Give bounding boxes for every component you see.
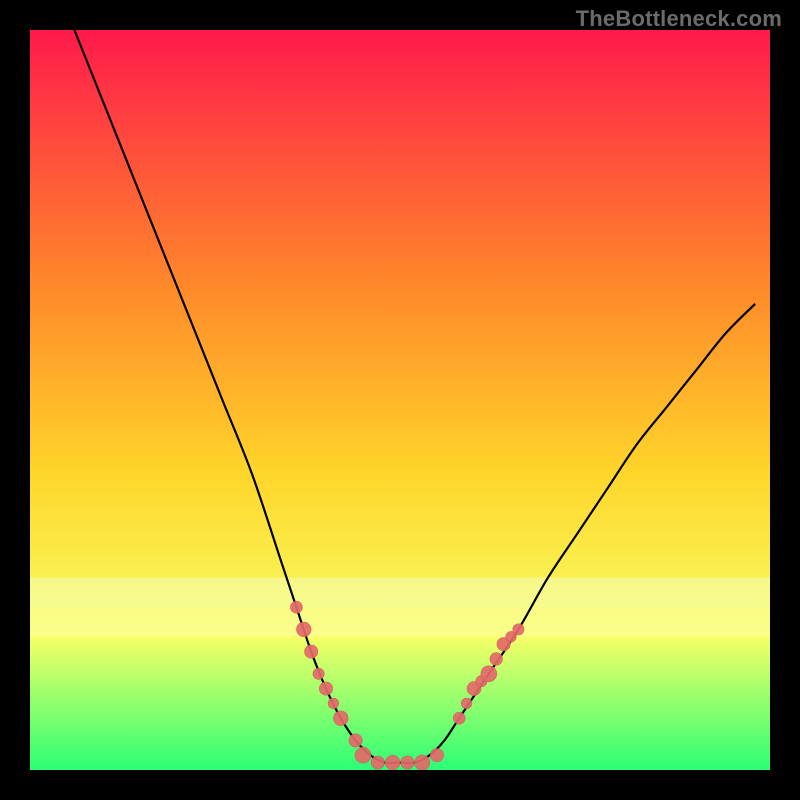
plot-area	[30, 30, 770, 770]
data-marker	[481, 666, 497, 682]
chart-frame: TheBottleneck.com	[0, 0, 800, 800]
data-marker	[313, 668, 324, 679]
data-marker	[355, 747, 371, 763]
plot-svg	[30, 30, 770, 770]
data-marker	[349, 734, 362, 747]
highlight-band	[30, 607, 770, 637]
data-marker	[415, 755, 430, 770]
data-marker	[290, 601, 302, 613]
data-marker	[319, 682, 332, 695]
data-marker	[401, 756, 414, 769]
data-marker	[513, 624, 524, 635]
data-marker	[296, 622, 311, 637]
data-marker	[490, 653, 503, 666]
data-marker	[461, 698, 472, 709]
watermark-text: TheBottleneck.com	[576, 6, 782, 32]
highlight-band	[30, 578, 770, 608]
data-marker	[328, 698, 339, 709]
data-marker	[305, 645, 318, 658]
data-marker	[430, 749, 443, 762]
data-marker	[385, 755, 400, 770]
data-marker	[333, 711, 348, 726]
data-marker	[371, 756, 384, 769]
highlight-bands	[30, 578, 770, 637]
data-marker	[453, 712, 465, 724]
gradient-background	[30, 30, 770, 770]
